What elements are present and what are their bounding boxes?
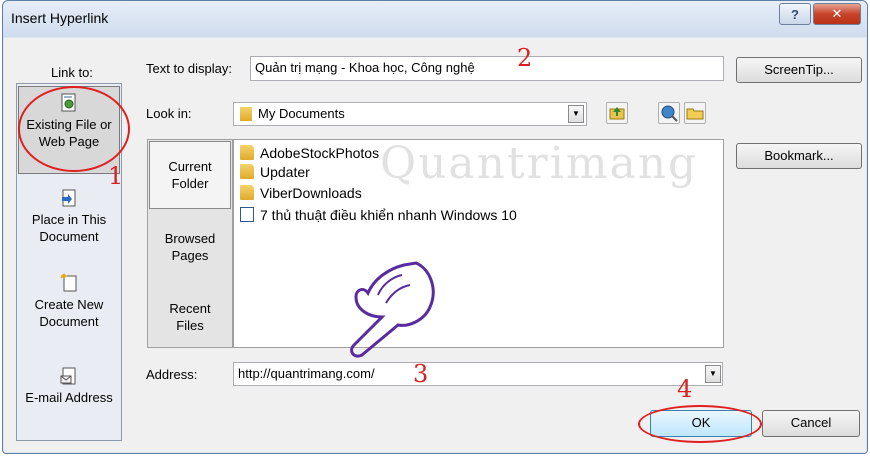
help-button[interactable]: ?: [779, 3, 811, 25]
link-to-create-line2: Document: [39, 314, 99, 329]
file-name: AdobeStockPhotos: [260, 145, 380, 161]
up-folder-icon[interactable]: [606, 102, 628, 124]
folder-icon: [240, 164, 254, 179]
nav-recent-line2: Files: [176, 318, 204, 333]
link-to-create-line1: Create New: [34, 297, 104, 312]
annotation-ring-link-to: [18, 86, 130, 172]
file-name: 7 thủ thuật điều khiển nhanh Windows 10: [260, 207, 517, 223]
annotation-4: 4: [677, 375, 693, 403]
address-input[interactable]: http://quantrimang.com/: [233, 362, 723, 386]
link-to-email[interactable]: E-mail Address: [17, 360, 121, 406]
nav-browsed-line2: Pages: [171, 248, 209, 263]
nav-browsed-pages[interactable]: Browsed Pages: [149, 230, 231, 264]
nav-current-line1: Current: [168, 159, 212, 174]
watermark: Quantrimang: [380, 138, 699, 189]
annotation-ring-ok: [638, 405, 762, 443]
link-to-create-new[interactable]: Create New Document: [17, 267, 121, 330]
folder-icon: [240, 107, 252, 121]
screentip-button[interactable]: ScreenTip...: [736, 57, 862, 83]
link-to-email-line1: E-mail Address: [25, 390, 113, 405]
address-chevron-down-icon[interactable]: ▼: [705, 365, 721, 383]
close-button[interactable]: ✕: [813, 3, 861, 25]
new-document-icon: [60, 273, 77, 292]
browse-file-icon[interactable]: [684, 102, 706, 124]
nav-recent-line1: Recent: [169, 301, 211, 316]
nav-current-folder[interactable]: Current Folder: [149, 141, 231, 209]
bookmark-button[interactable]: Bookmark...: [736, 143, 862, 169]
link-to-label: Link to:: [51, 65, 93, 80]
look-in-dropdown[interactable]: My Documents: [233, 102, 587, 126]
text-to-display-label: Text to display:: [146, 61, 232, 76]
document-place-icon: [62, 189, 76, 207]
file-name: Updater: [260, 164, 310, 180]
annotation-3: 3: [413, 360, 429, 388]
cancel-button[interactable]: Cancel: [762, 410, 860, 437]
pointing-hand-icon: [350, 261, 435, 358]
look-in-chevron-down-icon[interactable]: ▼: [568, 105, 584, 123]
list-item[interactable]: 7 thủ thuật điều khiển nhanh Windows 10: [240, 206, 517, 224]
look-in-value: My Documents: [258, 106, 345, 121]
browse-web-icon[interactable]: [658, 102, 680, 124]
email-icon: [60, 367, 76, 385]
list-item[interactable]: ViberDownloads: [240, 184, 362, 202]
nav-browsed-line1: Browsed: [164, 231, 216, 246]
folder-icon: [240, 145, 254, 160]
title-bar: Insert Hyperlink ? ✕: [3, 1, 867, 37]
annotation-1: 1: [108, 162, 124, 190]
link-to-place-line2: Document: [39, 229, 99, 244]
annotation-2: 2: [517, 44, 533, 72]
word-document-icon: [240, 207, 254, 222]
look-in-nav: Current Folder Browsed Pages Recent File…: [147, 139, 233, 348]
link-to-place-line1: Place in This: [31, 212, 107, 227]
look-in-label: Look in:: [146, 106, 192, 121]
nav-current-line2: Folder: [171, 176, 209, 191]
list-item[interactable]: AdobeStockPhotos: [240, 144, 379, 162]
list-item[interactable]: Updater: [240, 163, 310, 181]
text-to-display-input[interactable]: Quản trị mạng - Khoa học, Công nghệ: [250, 56, 724, 81]
file-name: ViberDownloads: [260, 185, 362, 201]
link-to-place-in-document[interactable]: Place in This Document: [17, 182, 121, 245]
nav-recent-files[interactable]: Recent Files: [149, 300, 231, 334]
address-label: Address:: [146, 367, 198, 382]
dialog-title: Insert Hyperlink: [11, 10, 109, 26]
folder-icon: [240, 185, 254, 200]
